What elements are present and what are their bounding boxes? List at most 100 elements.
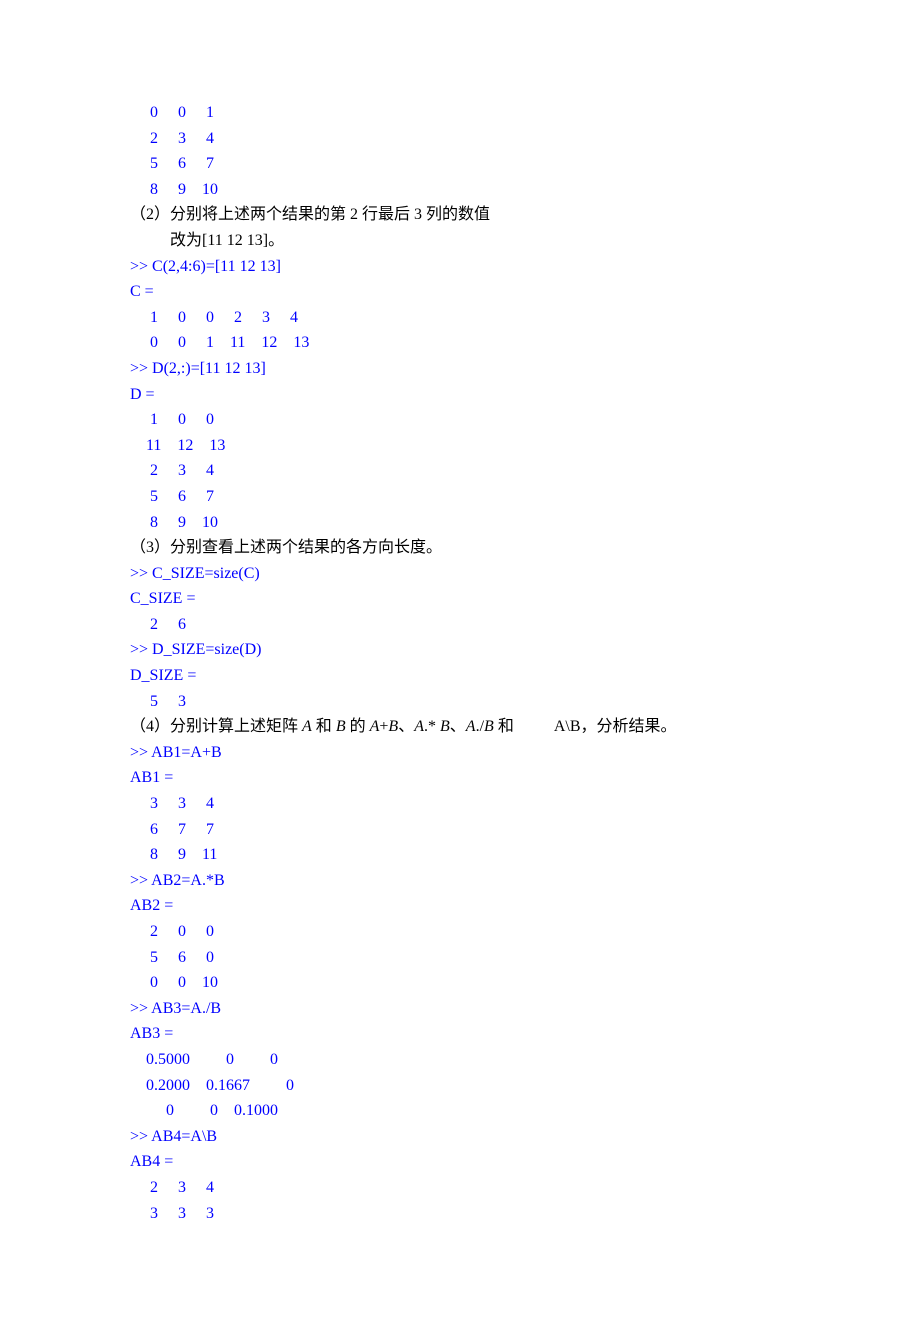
code-text-32: 2 0 0 — [130, 923, 214, 940]
line-1: 2 3 4 — [130, 126, 800, 152]
line-25: >> AB1=A+B — [130, 740, 800, 766]
line-41: AB4 = — [130, 1149, 800, 1175]
line-0: 0 0 1 — [130, 100, 800, 126]
line-36: AB3 = — [130, 1021, 800, 1047]
code-text-34: 0 0 10 — [130, 974, 218, 991]
code-text-40: >> AB4=A\B — [130, 1128, 217, 1145]
line-11: D = — [130, 382, 800, 408]
line-10: >> D(2,:)=[11 12 13] — [130, 356, 800, 382]
code-text-6: >> C(2,4:6)=[11 12 13] — [130, 258, 281, 275]
segment-24-9: A — [414, 718, 424, 735]
line-17: （3）分别查看上述两个结果的各方向长度。 — [130, 535, 800, 561]
code-text-15: 5 6 7 — [130, 488, 214, 505]
line-28: 6 7 7 — [130, 817, 800, 843]
code-text-11: D = — [130, 386, 155, 403]
line-43: 3 3 3 — [130, 1201, 800, 1227]
line-19: C_SIZE = — [130, 586, 800, 612]
body-text-4: （2）分别将上述两个结果的第 2 行最后 3 列的数值 — [130, 206, 490, 223]
line-29: 8 9 11 — [130, 842, 800, 868]
segment-24-14: ./ — [476, 718, 484, 735]
line-9: 0 0 1 11 12 13 — [130, 330, 800, 356]
line-24: （4）分别计算上述矩阵 A 和 B 的 A+B、A.* B、A./B 和 A\B… — [130, 714, 800, 740]
body-text-17: （3）分别查看上述两个结果的各方向长度。 — [130, 539, 442, 556]
code-text-16: 8 9 10 — [130, 514, 218, 531]
code-text-22: D_SIZE = — [130, 667, 196, 684]
segment-24-2: 和 — [312, 718, 336, 735]
line-5: 改为[11 12 13]。 — [130, 228, 800, 254]
code-text-29: 8 9 11 — [130, 846, 217, 863]
line-3: 8 9 10 — [130, 177, 800, 203]
line-32: 2 0 0 — [130, 919, 800, 945]
segment-24-8: 、 — [398, 718, 414, 735]
code-text-38: 0.2000 0.1667 0 — [130, 1077, 294, 1094]
line-14: 2 3 4 — [130, 458, 800, 484]
segment-24-4: 的 — [346, 718, 370, 735]
code-text-26: AB1 = — [130, 769, 173, 786]
line-20: 2 6 — [130, 612, 800, 638]
code-text-33: 5 6 0 — [130, 949, 214, 966]
code-text-30: >> AB2=A.*B — [130, 872, 225, 889]
code-text-42: 2 3 4 — [130, 1179, 214, 1196]
line-23: 5 3 — [130, 689, 800, 715]
segment-24-3: B — [336, 718, 346, 735]
segment-24-15: B — [484, 718, 494, 735]
document-page: 0 0 1 2 3 4 5 6 7 8 9 10 （2）分别将上述两个结果的第 2… — [0, 0, 920, 1326]
line-22: D_SIZE = — [130, 663, 800, 689]
code-text-28: 6 7 7 — [130, 821, 214, 838]
code-text-27: 3 3 4 — [130, 795, 214, 812]
code-text-8: 1 0 0 2 3 4 — [130, 309, 298, 326]
line-40: >> AB4=A\B — [130, 1124, 800, 1150]
code-text-20: 2 6 — [130, 616, 186, 633]
line-35: >> AB3=A./B — [130, 996, 800, 1022]
code-text-7: C = — [130, 283, 154, 300]
line-2: 5 6 7 — [130, 151, 800, 177]
segment-24-7: B — [388, 718, 398, 735]
line-15: 5 6 7 — [130, 484, 800, 510]
segment-24-16: 和 A\B，分析结果。 — [494, 718, 677, 735]
segment-24-10: .* — [424, 718, 440, 735]
line-13: 11 12 13 — [130, 433, 800, 459]
code-text-23: 5 3 — [130, 693, 186, 710]
line-38: 0.2000 0.1667 0 — [130, 1073, 800, 1099]
segment-24-0: （4）分别计算上述矩阵 — [130, 718, 302, 735]
code-text-35: >> AB3=A./B — [130, 1000, 221, 1017]
line-39: 0 0 0.1000 — [130, 1098, 800, 1124]
code-text-3: 8 9 10 — [130, 181, 218, 198]
code-text-13: 11 12 13 — [130, 437, 225, 454]
body-text-5: 改为[11 12 13]。 — [130, 232, 284, 249]
line-33: 5 6 0 — [130, 945, 800, 971]
code-text-10: >> D(2,:)=[11 12 13] — [130, 360, 266, 377]
line-42: 2 3 4 — [130, 1175, 800, 1201]
line-18: >> C_SIZE=size(C) — [130, 561, 800, 587]
segment-24-13: A — [466, 718, 476, 735]
line-12: 1 0 0 — [130, 407, 800, 433]
line-7: C = — [130, 279, 800, 305]
segment-24-12: 、 — [450, 718, 466, 735]
code-text-36: AB3 = — [130, 1025, 173, 1042]
line-34: 0 0 10 — [130, 970, 800, 996]
line-21: >> D_SIZE=size(D) — [130, 637, 800, 663]
line-4: （2）分别将上述两个结果的第 2 行最后 3 列的数值 — [130, 202, 800, 228]
code-text-31: AB2 = — [130, 897, 173, 914]
line-31: AB2 = — [130, 893, 800, 919]
code-text-14: 2 3 4 — [130, 462, 214, 479]
code-text-41: AB4 = — [130, 1153, 173, 1170]
segment-24-1: A — [302, 718, 312, 735]
line-6: >> C(2,4:6)=[11 12 13] — [130, 254, 800, 280]
code-text-9: 0 0 1 11 12 13 — [130, 334, 309, 351]
code-text-37: 0.5000 0 0 — [130, 1051, 278, 1068]
line-26: AB1 = — [130, 765, 800, 791]
code-text-12: 1 0 0 — [130, 411, 214, 428]
code-text-1: 2 3 4 — [130, 130, 214, 147]
line-37: 0.5000 0 0 — [130, 1047, 800, 1073]
line-8: 1 0 0 2 3 4 — [130, 305, 800, 331]
line-27: 3 3 4 — [130, 791, 800, 817]
segment-24-5: A — [370, 718, 380, 735]
code-text-19: C_SIZE = — [130, 590, 195, 607]
code-text-43: 3 3 3 — [130, 1205, 214, 1222]
code-text-21: >> D_SIZE=size(D) — [130, 641, 261, 658]
code-text-18: >> C_SIZE=size(C) — [130, 565, 260, 582]
code-text-39: 0 0 0.1000 — [130, 1102, 278, 1119]
line-30: >> AB2=A.*B — [130, 868, 800, 894]
code-text-25: >> AB1=A+B — [130, 744, 222, 761]
